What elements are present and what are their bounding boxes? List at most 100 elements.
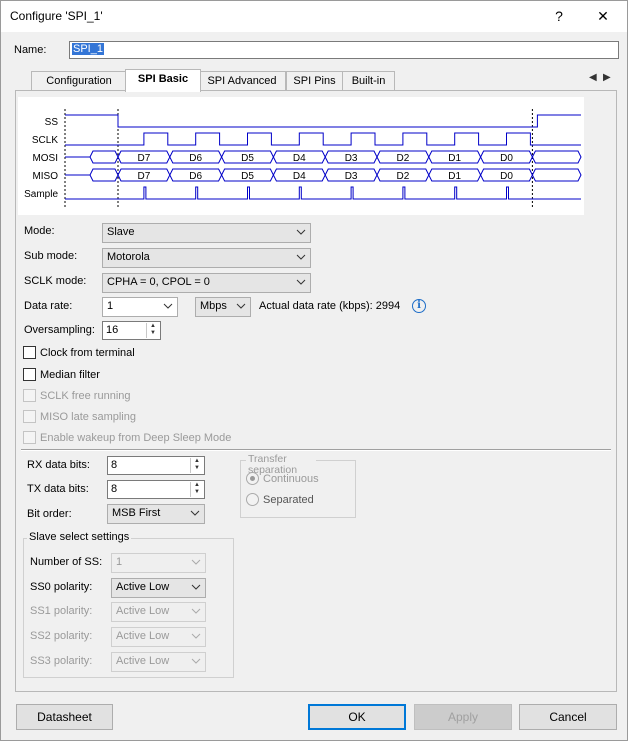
spin-down-icon[interactable]: ▼ bbox=[191, 465, 203, 472]
rx-bits-label: RX data bits: bbox=[27, 459, 90, 471]
tx-bits-value: 8 bbox=[111, 483, 118, 495]
tab-scroll-right-icon[interactable]: ▶ bbox=[603, 72, 611, 83]
miso-late-sampling-label: MISO late sampling bbox=[40, 411, 136, 423]
tab-label: SPI Pins bbox=[293, 75, 336, 87]
miso-late-sampling-checkbox[interactable] bbox=[23, 410, 36, 423]
help-button[interactable]: ? bbox=[537, 1, 581, 32]
chevron-down-icon bbox=[191, 633, 201, 639]
tab-strip: Configuration SPI Basic SPI Advanced SPI… bbox=[15, 69, 617, 92]
signal-label: MOSI bbox=[32, 153, 58, 164]
ok-label: OK bbox=[348, 710, 366, 724]
sclk-mode-label: SCLK mode: bbox=[24, 275, 87, 287]
mode-select[interactable]: Slave bbox=[102, 223, 311, 243]
sclk-free-running-checkbox[interactable] bbox=[23, 389, 36, 402]
sub-mode-select[interactable]: Motorola bbox=[102, 248, 311, 268]
mosi-bus-segment bbox=[89, 150, 119, 164]
enable-wakeup-label: Enable wakeup from Deep Sleep Mode bbox=[40, 432, 232, 444]
bit-order-select[interactable]: MSB First bbox=[107, 504, 205, 524]
spin-up-icon[interactable]: ▲ bbox=[191, 458, 203, 465]
ss0-polarity-select[interactable]: Active Low bbox=[111, 578, 206, 598]
miso-bus-segment bbox=[531, 168, 582, 182]
cancel-button[interactable]: Cancel bbox=[519, 704, 617, 730]
miso-bit-label: D5 bbox=[241, 171, 254, 182]
chevron-down-icon bbox=[236, 303, 246, 309]
tab-built-in[interactable]: Built-in bbox=[342, 71, 395, 91]
help-icon: ? bbox=[555, 8, 563, 24]
miso-bit-label: D4 bbox=[293, 171, 306, 182]
bit-order-value: MSB First bbox=[112, 507, 161, 519]
ss2-polarity-value: Active Low bbox=[116, 630, 170, 642]
data-rate-label: Data rate: bbox=[24, 300, 73, 312]
data-rate-combo[interactable]: 1 bbox=[102, 297, 178, 317]
chevron-down-icon bbox=[296, 254, 306, 260]
info-icon[interactable]: i bbox=[412, 299, 426, 313]
ss3-polarity-value: Active Low bbox=[116, 655, 170, 667]
clock-from-terminal-label: Clock from terminal bbox=[40, 347, 135, 359]
tab-label: SPI Advanced bbox=[207, 75, 277, 87]
ss3-polarity-select[interactable]: Active Low bbox=[111, 652, 206, 672]
median-filter-checkbox[interactable] bbox=[23, 368, 36, 381]
datasheet-button[interactable]: Datasheet bbox=[16, 704, 113, 730]
spin-down-icon[interactable]: ▼ bbox=[191, 489, 203, 496]
name-input[interactable]: SPI_1 bbox=[69, 41, 619, 59]
tx-bits-label: TX data bits: bbox=[27, 483, 89, 495]
mosi-bit-label: D2 bbox=[397, 153, 410, 164]
number-of-ss-label: Number of SS: bbox=[30, 556, 103, 568]
separated-radio[interactable] bbox=[246, 493, 259, 506]
actual-data-rate: Actual data rate (kbps): 2994 bbox=[259, 300, 401, 312]
miso-bit-label: D2 bbox=[397, 171, 410, 182]
tab-spi-advanced[interactable]: SPI Advanced bbox=[198, 71, 286, 91]
spin-up-icon[interactable]: ▲ bbox=[147, 323, 159, 330]
mosi-bit-label: D7 bbox=[138, 153, 151, 164]
mosi-bit-label: D1 bbox=[448, 153, 461, 164]
rx-bits-spinner[interactable]: 8 ▲ ▼ bbox=[107, 456, 205, 475]
sclk-mode-select[interactable]: CPHA = 0, CPOL = 0 bbox=[102, 273, 311, 293]
chevron-down-icon bbox=[190, 510, 200, 516]
oversampling-value: 16 bbox=[106, 324, 119, 336]
apply-button[interactable]: Apply bbox=[414, 704, 512, 730]
ss0-polarity-label: SS0 polarity: bbox=[30, 581, 93, 593]
number-of-ss-select[interactable]: 1 bbox=[111, 553, 206, 573]
miso-bit-label: D7 bbox=[138, 171, 151, 182]
clock-from-terminal-checkbox[interactable] bbox=[23, 346, 36, 359]
ss1-polarity-select[interactable]: Active Low bbox=[111, 602, 206, 622]
tab-label: Configuration bbox=[46, 75, 112, 87]
tx-bits-spinner[interactable]: 8 ▲ ▼ bbox=[107, 480, 205, 499]
spin-down-icon[interactable]: ▼ bbox=[147, 330, 159, 337]
tab-spi-basic[interactable]: SPI Basic bbox=[125, 69, 201, 92]
bit-order-label: Bit order: bbox=[27, 508, 72, 520]
sub-mode-label: Sub mode: bbox=[24, 250, 78, 262]
close-icon: ✕ bbox=[597, 8, 609, 24]
ok-button[interactable]: OK bbox=[308, 704, 406, 730]
mosi-bit-label: D5 bbox=[241, 153, 254, 164]
data-rate-unit-select[interactable]: Mbps bbox=[195, 297, 251, 317]
rx-bits-value: 8 bbox=[111, 459, 118, 471]
mode-value: Slave bbox=[107, 226, 135, 238]
miso-bit-label: D3 bbox=[345, 171, 358, 182]
enable-wakeup-checkbox[interactable] bbox=[23, 431, 36, 444]
oversampling-spinner[interactable]: 16 ▲ ▼ bbox=[102, 321, 161, 340]
title-bar: Configure 'SPI_1' ? ✕ bbox=[1, 1, 627, 32]
close-button[interactable]: ✕ bbox=[581, 1, 625, 32]
miso-bit-label: D6 bbox=[189, 171, 202, 182]
signal-label: Sample bbox=[24, 189, 58, 200]
chevron-down-icon bbox=[296, 279, 306, 285]
spin-up-icon[interactable]: ▲ bbox=[191, 482, 203, 489]
mosi-bit-label: D4 bbox=[293, 153, 306, 164]
tab-spi-pins[interactable]: SPI Pins bbox=[286, 71, 343, 91]
mosi-bit-label: D3 bbox=[345, 153, 358, 164]
oversampling-label: Oversampling: bbox=[24, 324, 95, 336]
number-of-ss-value: 1 bbox=[116, 556, 123, 568]
ss2-polarity-select[interactable]: Active Low bbox=[111, 627, 206, 647]
tab-label: SPI Basic bbox=[137, 73, 189, 85]
sclk-waveform bbox=[65, 132, 581, 146]
continuous-radio[interactable] bbox=[246, 472, 259, 485]
timing-diagram-svg: SS SCLK MOSI MISO Sample D7 D6 D5 D4 D3 D2 D1 D0 D7 D6… bbox=[24, 109, 582, 209]
timing-diagram: SS SCLK MOSI MISO Sample D7 D6 D5 D4 D3 D2 D1 D0 D7 D6… bbox=[18, 97, 584, 215]
tab-configuration[interactable]: Configuration bbox=[31, 71, 127, 91]
datasheet-label: Datasheet bbox=[37, 710, 92, 724]
mosi-bit-label: D6 bbox=[189, 153, 202, 164]
tab-scroll-left-icon[interactable]: ◀ bbox=[589, 72, 597, 83]
continuous-label: Continuous bbox=[263, 473, 319, 485]
miso-bus-segment bbox=[89, 168, 119, 182]
